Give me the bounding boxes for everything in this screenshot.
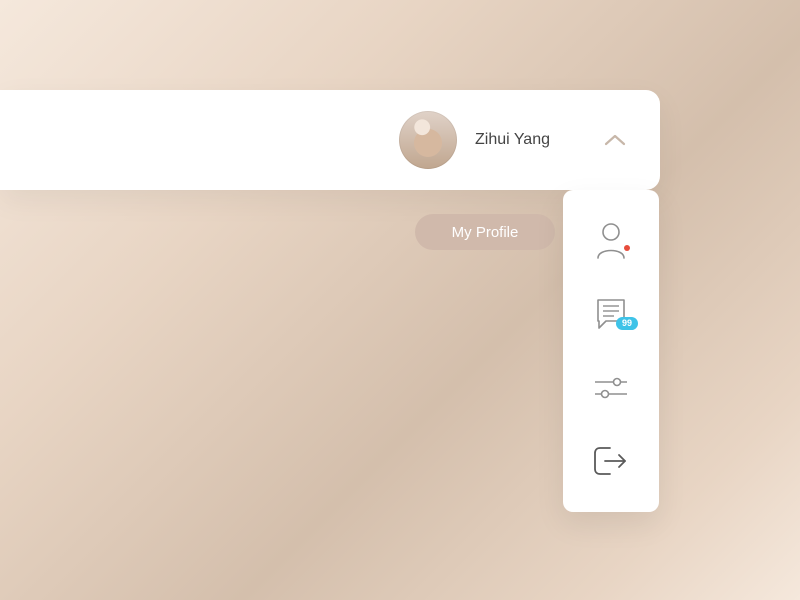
tooltip-my-profile: My Profile (415, 214, 555, 250)
menu-item-settings[interactable] (563, 358, 659, 418)
notification-dot-icon (624, 245, 630, 251)
collapse-toggle[interactable] (600, 125, 630, 155)
avatar[interactable] (399, 111, 457, 169)
username-label: Zihui Yang (475, 131, 550, 149)
messages-badge: 99 (616, 317, 638, 330)
sliders-icon (593, 374, 629, 402)
tooltip-label: My Profile (452, 224, 519, 241)
menu-item-profile[interactable] (563, 211, 659, 271)
menu-item-messages[interactable]: 99 (563, 284, 659, 344)
logout-icon (592, 445, 630, 477)
chevron-up-icon (604, 133, 626, 147)
profile-icon (594, 222, 628, 260)
menu-item-logout[interactable] (563, 431, 659, 491)
user-dropdown-panel: 99 (563, 190, 659, 512)
user-header-card: Zihui Yang (0, 90, 660, 190)
